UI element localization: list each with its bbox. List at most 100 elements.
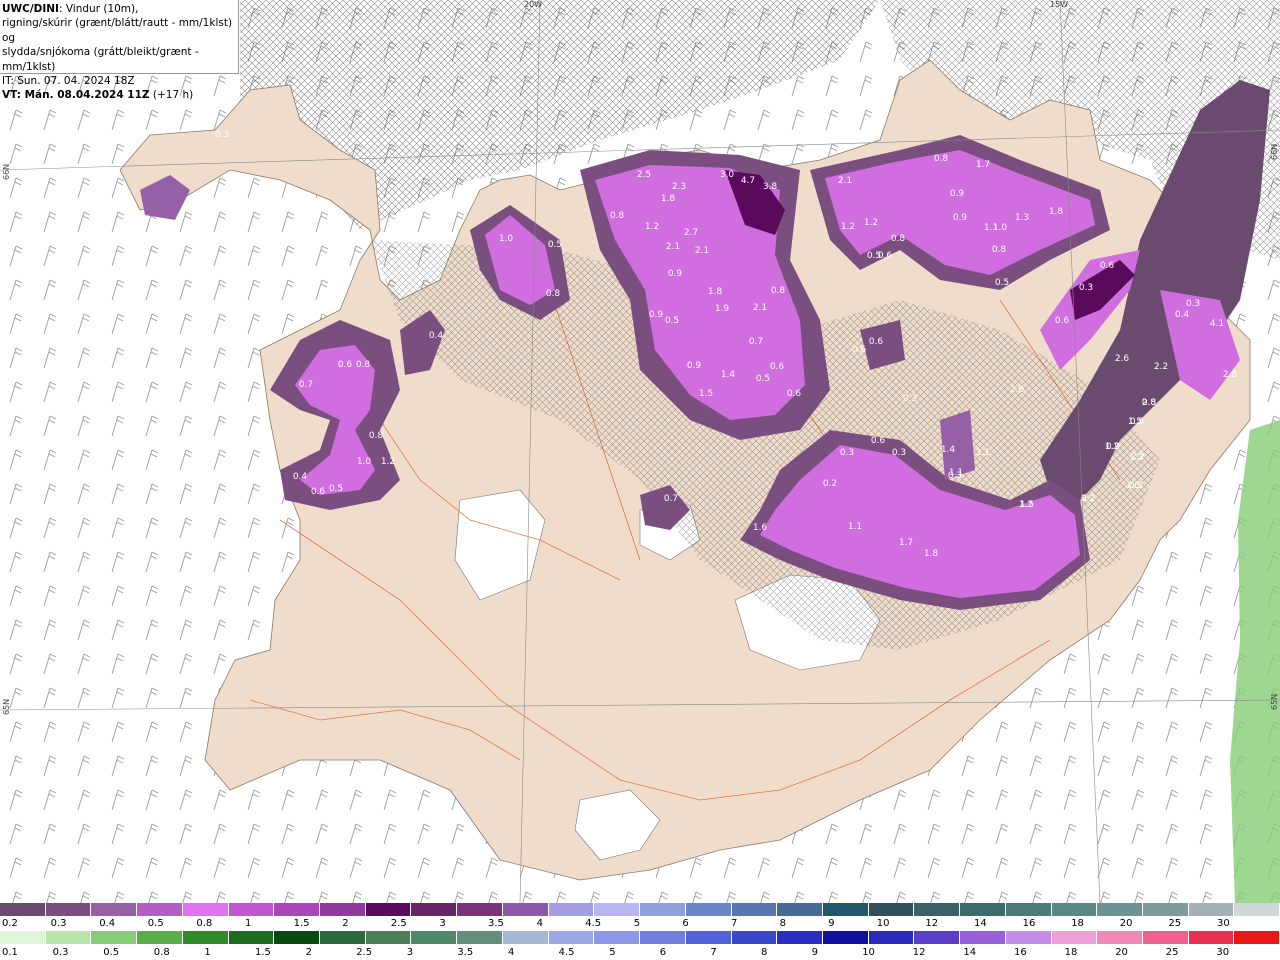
snow-scale-swatch — [1188, 903, 1235, 916]
rain-scale-swatch — [548, 931, 595, 944]
snow-scale-swatch — [594, 903, 641, 916]
snow-scale-swatch — [365, 903, 412, 916]
snow-scale-swatch — [411, 903, 458, 916]
scale-label: 0.8 — [196, 918, 213, 929]
scale-label: 0.2 — [2, 918, 18, 929]
precip-value-label: 0.3 — [840, 448, 854, 458]
snow-scale-swatch — [137, 903, 183, 916]
precip-value-label: 2.1 — [666, 242, 680, 252]
scale-label: 5 — [609, 947, 616, 958]
info-line-3: slydda/snjókoma (grátt/bleikt/grænt - mm… — [2, 46, 199, 73]
precip-value-label: 1.1 — [976, 448, 990, 458]
scale-label: 5 — [633, 918, 641, 929]
precip-value-label: 0.3 — [892, 448, 906, 458]
scale-label: 3.5 — [457, 947, 474, 958]
scale-label: 0.5 — [103, 947, 120, 958]
precip-value-label: 0.3 — [215, 130, 229, 140]
precip-value-label: 2.6 — [1010, 385, 1025, 395]
precip-value-label: 2.6 — [1115, 354, 1130, 364]
precip-value-label: 1.5 — [699, 389, 713, 399]
snow-scale-swatch — [1234, 903, 1280, 916]
scale-label: 4.5 — [585, 918, 602, 929]
scale-label: 25 — [1168, 918, 1182, 929]
precip-value-label: 0.8 — [356, 360, 371, 370]
lat-label-left-66: 66N — [2, 163, 11, 180]
precip-value-label: 0.9 — [953, 213, 968, 223]
precip-value-label: 0.3 — [903, 394, 917, 404]
scale-label: 6 — [682, 918, 689, 929]
precip-value-label: 0.9 — [668, 269, 683, 279]
snow-scale-swatch — [960, 903, 1006, 916]
precip-value-label: 4.7 — [741, 176, 755, 186]
precip-value-label: 0.7 — [749, 337, 763, 347]
snow-scale-swatch — [457, 903, 503, 916]
scale-label: 12 — [912, 947, 926, 958]
scale-label: 7 — [710, 947, 717, 958]
rain-scale-swatch — [914, 931, 961, 944]
scale-label: 3.5 — [488, 918, 504, 929]
rain-scale-swatch — [868, 931, 915, 944]
snow-scale-swatch — [1051, 903, 1098, 916]
rain-scale-swatch — [137, 931, 183, 944]
scale-label: 0.8 — [153, 947, 170, 958]
rain-scale-swatch — [502, 931, 549, 944]
precip-value-label: 1.9 — [715, 304, 730, 314]
precip-value-label: 1.2 — [645, 222, 659, 232]
precip-value-label: 0.6 — [1100, 261, 1115, 271]
scale-label: 0.3 — [50, 918, 67, 929]
weather-map: 0.3 0.3 0.3 1.0 2.5 2.3 1.8 3.0 4.7 3.8 2.1 0.8 1.7 0… — [0, 0, 1280, 903]
precip-value-label: 0.8 — [1142, 398, 1157, 408]
lon-label-20w: 20W — [524, 0, 543, 9]
lon-label-15w: 15W — [1050, 0, 1069, 9]
rain-scale-swatch — [274, 931, 321, 944]
snow-scale-swatch — [548, 903, 595, 916]
snow-scale-swatch — [1097, 903, 1143, 916]
precip-value-label: 0.3 — [1186, 299, 1200, 309]
rain-scale-swatch — [1097, 931, 1143, 944]
snow-scale-swatch — [320, 903, 366, 916]
scale-label: 0.1 — [2, 947, 18, 958]
precip-value-label: 0.6 — [338, 360, 353, 370]
precip-value-label: 1.2 — [1105, 442, 1119, 452]
precip-value-label: 0.3 — [1129, 481, 1143, 491]
precip-value-label: 0.6 — [1055, 316, 1070, 326]
precip-value-label: 1.8 — [924, 549, 939, 559]
precip-value-label: 0.7 — [1081, 494, 1095, 504]
precip-value-label: 3.0 — [720, 170, 735, 180]
precip-value-label: 0.4 — [1175, 310, 1190, 320]
scale-label: 14 — [963, 947, 977, 958]
rain-scale-swatch — [0, 931, 46, 944]
precip-value-label: 1.1 — [949, 468, 963, 478]
rain-scale-swatch — [731, 931, 778, 944]
scale-label: 8 — [761, 947, 768, 958]
precip-value-label: 4.1 — [1210, 319, 1224, 329]
scale-label: 30 — [1216, 947, 1230, 958]
info-line-5: VT: Mán. 08.04.2024 11Z (+17 h) — [2, 88, 238, 102]
scale-label: 4 — [536, 918, 543, 929]
precip-value-label: 1.2 — [381, 457, 395, 467]
rain-scale-swatch — [320, 931, 366, 944]
precip-value-label: 2.1 — [838, 176, 852, 186]
precip-value-label: 0.9 — [950, 189, 965, 199]
precip-value-label: 1.6 — [753, 523, 768, 533]
model-name: UWC/DINI — [2, 3, 59, 15]
snow-scale-swatch — [868, 903, 915, 916]
rain-scale-swatch — [1005, 931, 1052, 944]
rain-scale-swatch — [45, 931, 92, 944]
rain-scale-swatch — [457, 931, 503, 944]
info-line-2: rigning/skúrir (grænt/blátt/rautt - mm/1… — [2, 17, 233, 44]
scale-label: 0.4 — [99, 918, 116, 929]
scale-label: 18 — [1064, 947, 1078, 958]
lat-label-left-65: 65N — [2, 698, 11, 715]
scale-label: 9 — [828, 918, 835, 929]
scale-label: 1 — [204, 947, 211, 958]
snow-scale-swatch — [91, 903, 138, 916]
info-line-1-rest: : Vindur (10m), — [58, 3, 139, 15]
scale-label: 2 — [305, 947, 312, 958]
snow-color-scale — [0, 903, 1280, 916]
precip-value-label: 0.3 — [350, 238, 364, 248]
precip-value-label: 0.7 — [664, 494, 678, 504]
precip-value-label: 0.6 — [869, 337, 884, 347]
precip-value-label: 1.4 — [941, 445, 956, 455]
precip-value-label: 0.6 — [852, 345, 867, 355]
